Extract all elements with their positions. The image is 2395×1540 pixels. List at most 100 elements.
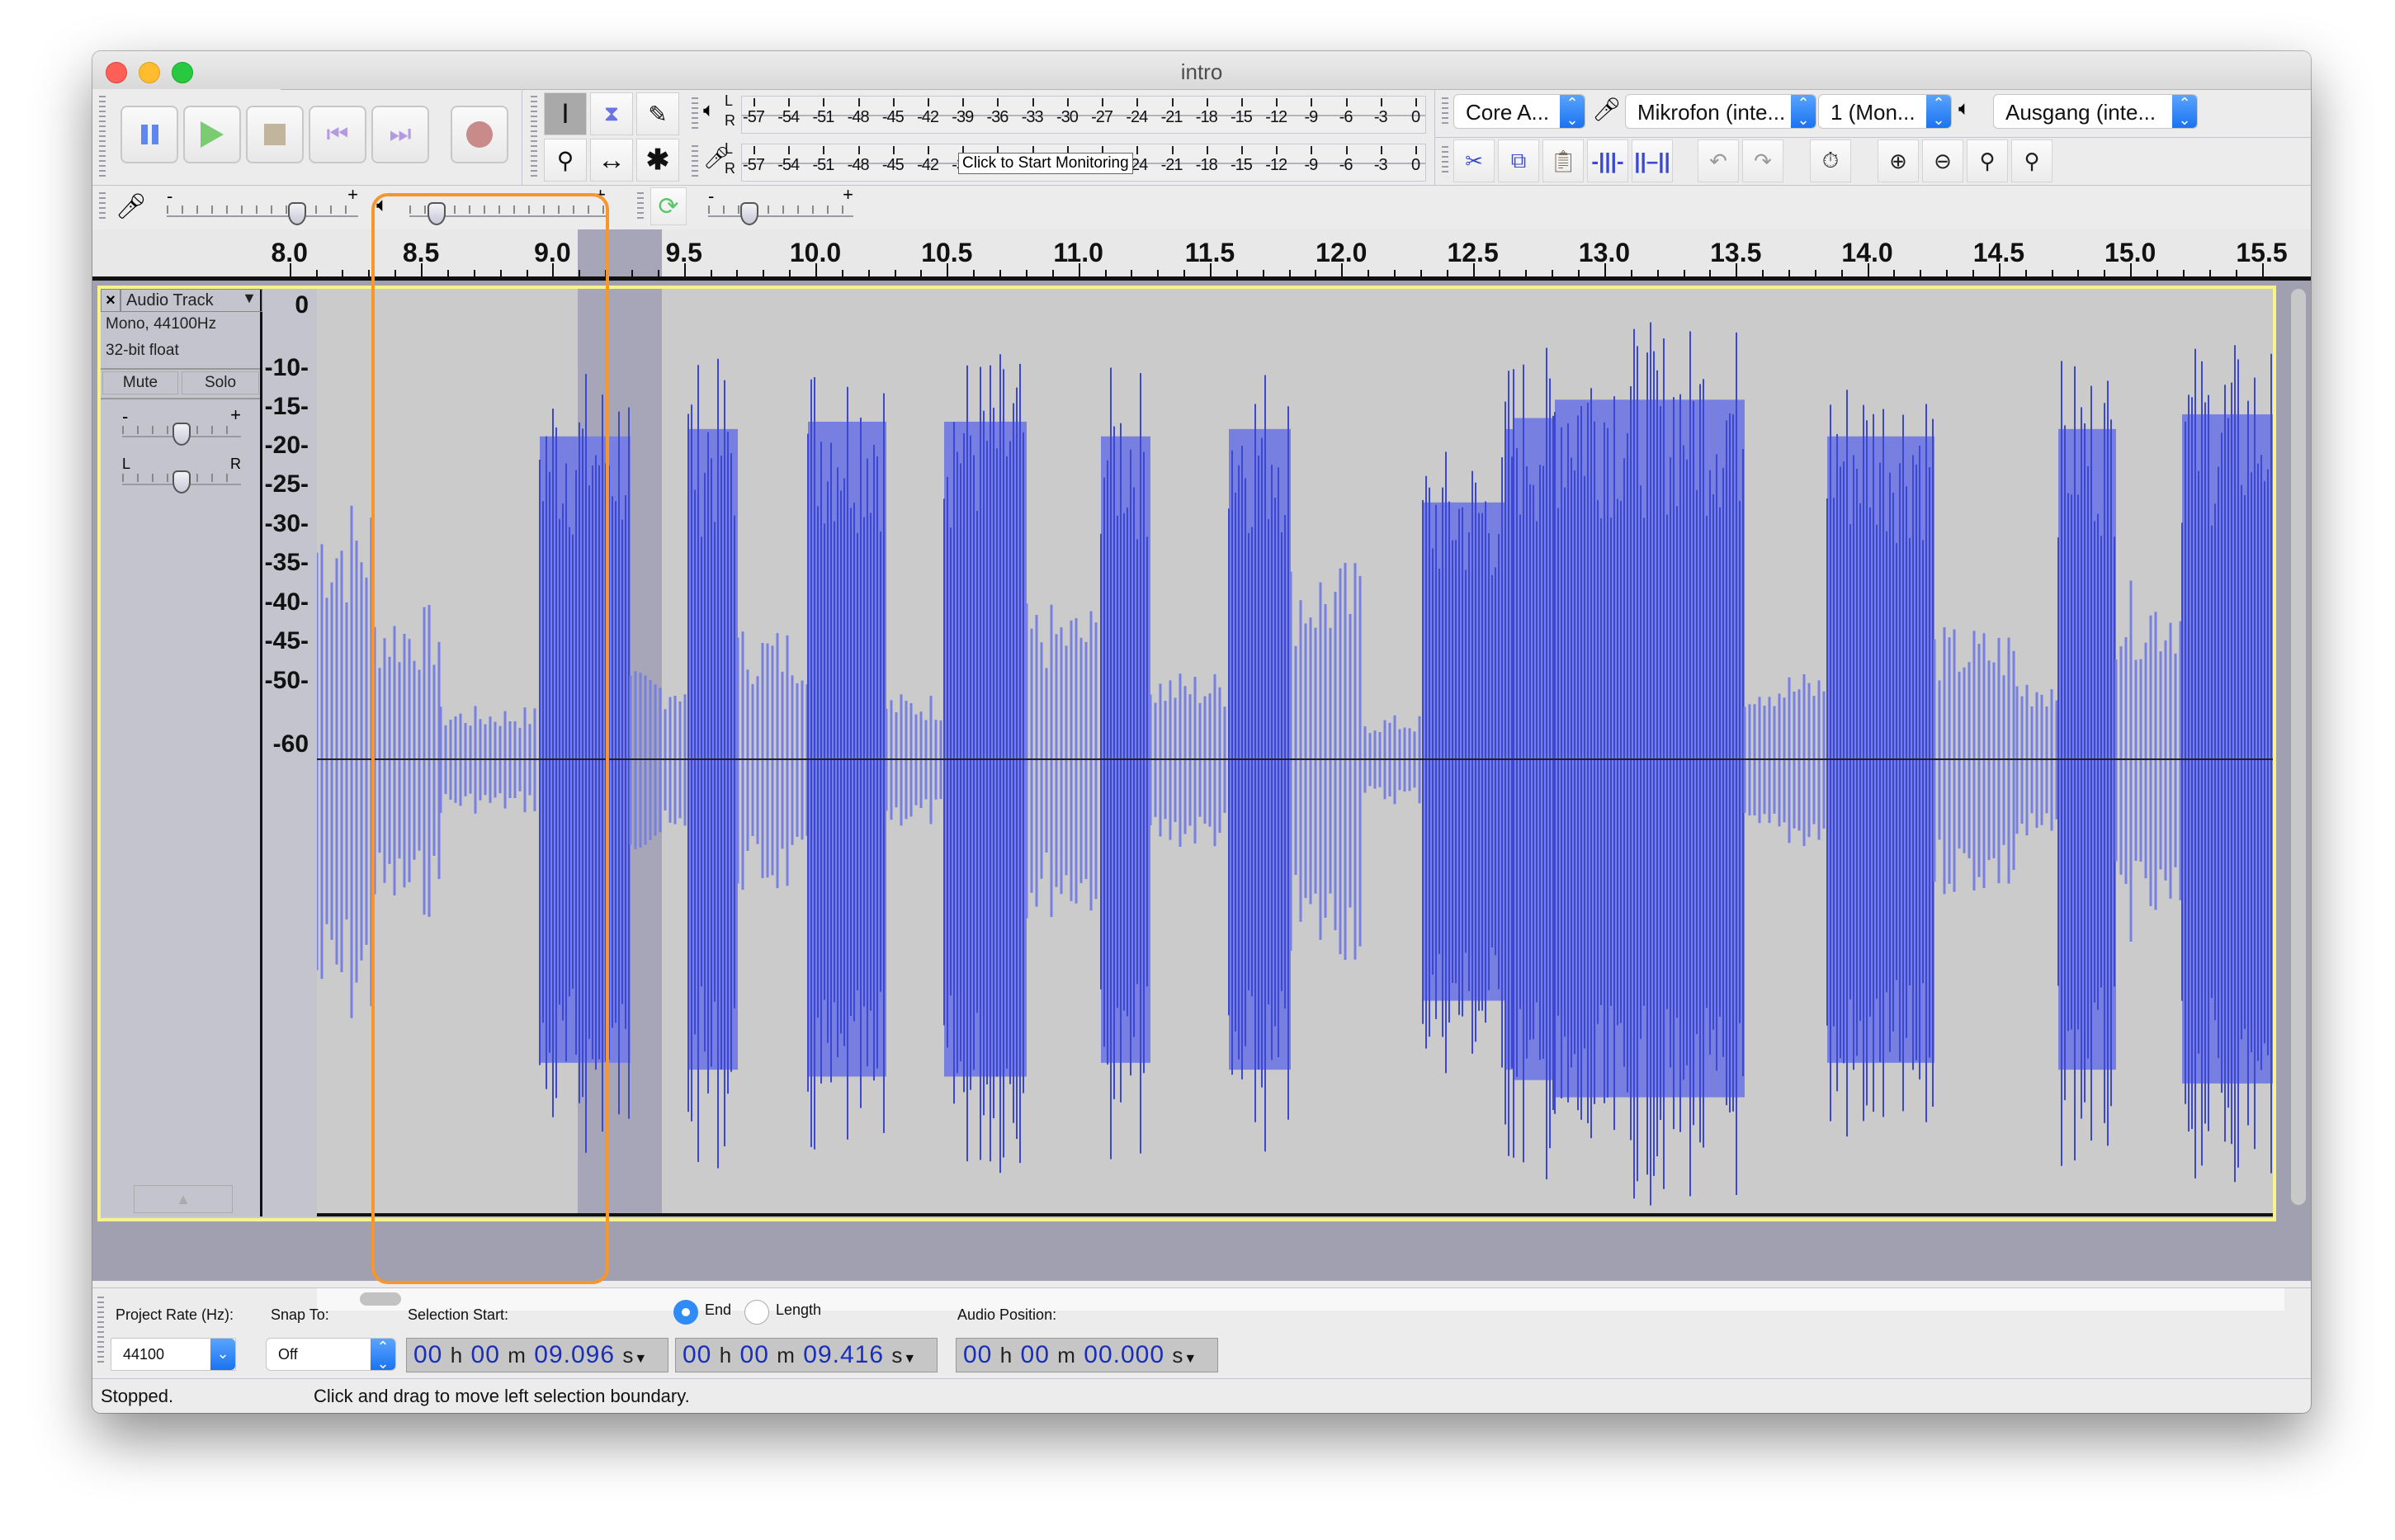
meter-tick-mark xyxy=(892,146,895,154)
meter-tick-mark xyxy=(1276,98,1278,106)
magnifier-icon: ⚲ xyxy=(556,147,574,173)
snap-to-select[interactable]: Off ⌃ ⌄ xyxy=(266,1338,396,1371)
solo-button[interactable]: Solo xyxy=(182,371,259,394)
audio-host-select[interactable]: Core A... ⌃ ⌄ xyxy=(1453,94,1585,129)
silence-button[interactable]: ||–|| xyxy=(1632,139,1673,182)
slider-thumb[interactable] xyxy=(172,470,191,494)
selection-start-time[interactable]: 00 h 00 m 09.096 s▼ xyxy=(406,1338,668,1372)
trim-button[interactable]: -|||- xyxy=(1587,139,1628,182)
chevron-updown-icon: ⌃ ⌄ xyxy=(1560,95,1585,128)
db-scale-label: -20- xyxy=(264,432,309,459)
project-rate-combo[interactable]: 44100 ⌄ xyxy=(111,1338,236,1371)
title-bar: intro xyxy=(92,51,2311,90)
format-menu-icon[interactable]: ▼ xyxy=(903,1352,917,1366)
recording-channels-select[interactable]: 1 (Mon... ⌃ ⌄ xyxy=(1818,94,1952,129)
ruler-tick xyxy=(605,270,607,276)
skip-end-icon: ⏭ xyxy=(389,120,412,148)
skip-to-end-button[interactable]: ⏭ xyxy=(371,106,429,163)
multi-tool-button[interactable]: ✱ xyxy=(636,139,679,182)
zoom-out-button[interactable]: ⊖ xyxy=(1922,139,1963,182)
playback-speed-slider[interactable]: - + xyxy=(708,184,853,225)
sync-lock-button[interactable]: ⏱ xyxy=(1810,139,1851,182)
play-button[interactable] xyxy=(183,106,241,163)
time-shift-tool-button[interactable]: ↔ xyxy=(590,139,633,182)
playback-volume-slider[interactable]: + xyxy=(409,184,606,225)
ruler-tick xyxy=(315,270,318,276)
edit-toolbar: ✂ ⧉ 📋︎ -|||- ||–|| ↶ ↷ ⏱ ⊕ ⊖ ⚲ ⚲ xyxy=(1434,137,2311,186)
undo-button[interactable]: ↶ xyxy=(1698,139,1739,182)
format-menu-icon[interactable]: ▼ xyxy=(1183,1352,1198,1366)
fit-selection-button[interactable]: ⚲ xyxy=(1967,139,2008,182)
paste-button[interactable]: 📋︎ xyxy=(1542,139,1584,182)
toolbar-grip[interactable] xyxy=(1442,97,1448,127)
copy-button[interactable]: ⧉ xyxy=(1498,139,1539,182)
ruler-tick xyxy=(1656,270,1659,276)
meter-tick-mark xyxy=(1206,146,1208,154)
pause-icon xyxy=(140,125,158,144)
selection-tool-button[interactable]: I xyxy=(544,92,587,135)
skip-to-start-button[interactable]: ⏮ xyxy=(309,106,366,163)
track-menu-button[interactable]: Audio Track ▼ xyxy=(120,289,262,312)
slider-thumb[interactable] xyxy=(427,202,446,225)
toolbar-grip[interactable] xyxy=(97,1297,104,1363)
envelope-tool-button[interactable]: ⧗ xyxy=(590,92,633,135)
chevron-updown-icon: ⌃ ⌄ xyxy=(1926,95,1951,128)
record-button[interactable] xyxy=(451,106,508,163)
collapse-track-button[interactable]: ▲ xyxy=(134,1185,233,1213)
recording-device-select[interactable]: Mikrofon (inte... ⌃ ⌄ xyxy=(1625,94,1816,129)
toolbar-grip[interactable] xyxy=(692,97,698,130)
meter-tick-label: -27 xyxy=(1091,108,1113,126)
cut-button[interactable]: ✂ xyxy=(1453,139,1495,182)
audio-track[interactable]: × Audio Track ▼ Mono, 44100Hz 32-bit flo… xyxy=(97,286,2276,1221)
end-radio[interactable] xyxy=(673,1300,698,1325)
close-track-button[interactable]: × xyxy=(101,289,120,312)
format-menu-icon[interactable]: ▼ xyxy=(634,1352,648,1366)
recording-volume-slider[interactable]: - + xyxy=(167,184,358,225)
zoom-in-button[interactable]: ⊕ xyxy=(1878,139,1919,182)
monitoring-tooltip[interactable]: Click to Start Monitoring xyxy=(958,153,1133,174)
timeline-ruler[interactable]: 8.0 8.5 9.0 9.5 10.0 10.5 11.0 11.5 12.0 12.5 13.0… xyxy=(92,229,2311,281)
length-radio[interactable] xyxy=(744,1300,769,1325)
toolbar-grip[interactable] xyxy=(1442,146,1448,176)
playback-meter[interactable]: 🔈︎ L R -57 -54 -51 -48 -45 -42 -39 -36 -33 -30 -27… xyxy=(692,92,1426,135)
recording-meter[interactable]: 🎤︎ L R -57-54-51-48-45-42-39-36-33-30-27… xyxy=(692,140,1426,183)
toolbar-grip[interactable] xyxy=(99,96,106,178)
toolbar-grip[interactable] xyxy=(99,192,106,222)
track-control-panel: × Audio Track ▼ Mono, 44100Hz 32-bit flo… xyxy=(101,289,262,1216)
vertical-scrollbar[interactable] xyxy=(2291,289,2306,1205)
audio-position-time[interactable]: 00 h 00 m 00.000 s▼ xyxy=(956,1338,1218,1372)
ruler-tick xyxy=(1736,263,1738,276)
meter-tick-label: -45 xyxy=(881,156,905,174)
play-at-speed-button[interactable]: ⟳ xyxy=(650,187,687,225)
gain-slider[interactable]: - + xyxy=(122,404,241,446)
stop-button[interactable] xyxy=(246,106,304,163)
amplitude-db-ruler[interactable]: 0 -10- -15- -20- -25- -30- -35- -40- -45- -50- -60 xyxy=(262,289,318,1216)
selection-end-time[interactable]: 00 h 00 m 09.416 s▼ xyxy=(675,1338,938,1372)
waveform-view[interactable] xyxy=(317,289,2273,1216)
toolbar-grip[interactable] xyxy=(531,96,537,178)
slider-thumb[interactable] xyxy=(172,423,191,446)
selection-region-on-ruler[interactable] xyxy=(577,229,662,276)
fit-project-button[interactable]: ⚲ xyxy=(2011,139,2053,182)
redo-button[interactable]: ↷ xyxy=(1742,139,1783,182)
microphone-icon: 🎤︎ xyxy=(116,193,148,220)
draw-tool-button[interactable]: ✎ xyxy=(636,92,679,135)
meter-tick-label: -48 xyxy=(847,108,870,126)
meter-tick-label: -12 xyxy=(1265,156,1287,174)
slider-thumb[interactable] xyxy=(739,202,758,225)
slider-thumb[interactable] xyxy=(288,202,306,225)
asterisk-icon: ✱ xyxy=(645,144,670,176)
toolbar-grip[interactable] xyxy=(637,192,644,222)
track-sample-format: 32-bit float xyxy=(106,342,179,359)
meter-tick-label: -3 xyxy=(1373,156,1388,174)
toolbar-grip[interactable] xyxy=(692,145,698,178)
ruler-tick xyxy=(841,270,843,276)
meter-tick-mark xyxy=(962,98,965,106)
pause-button[interactable] xyxy=(120,106,178,163)
zoom-tool-button[interactable]: ⚲ xyxy=(544,139,587,182)
recording-meter-scale[interactable]: -57-54-51-48-45-42-39-36-33-30-27-24-21-… xyxy=(741,144,1426,182)
playback-device-select[interactable]: Ausgang (inte... ⌃ ⌄ xyxy=(1993,94,2198,129)
pan-slider[interactable]: LR xyxy=(122,456,241,494)
mute-button[interactable]: Mute xyxy=(102,371,178,394)
playback-meter-scale[interactable]: -57 -54 -51 -48 -45 -42 -39 -36 -33 -30 -27 -24 -21-… xyxy=(741,96,1426,134)
